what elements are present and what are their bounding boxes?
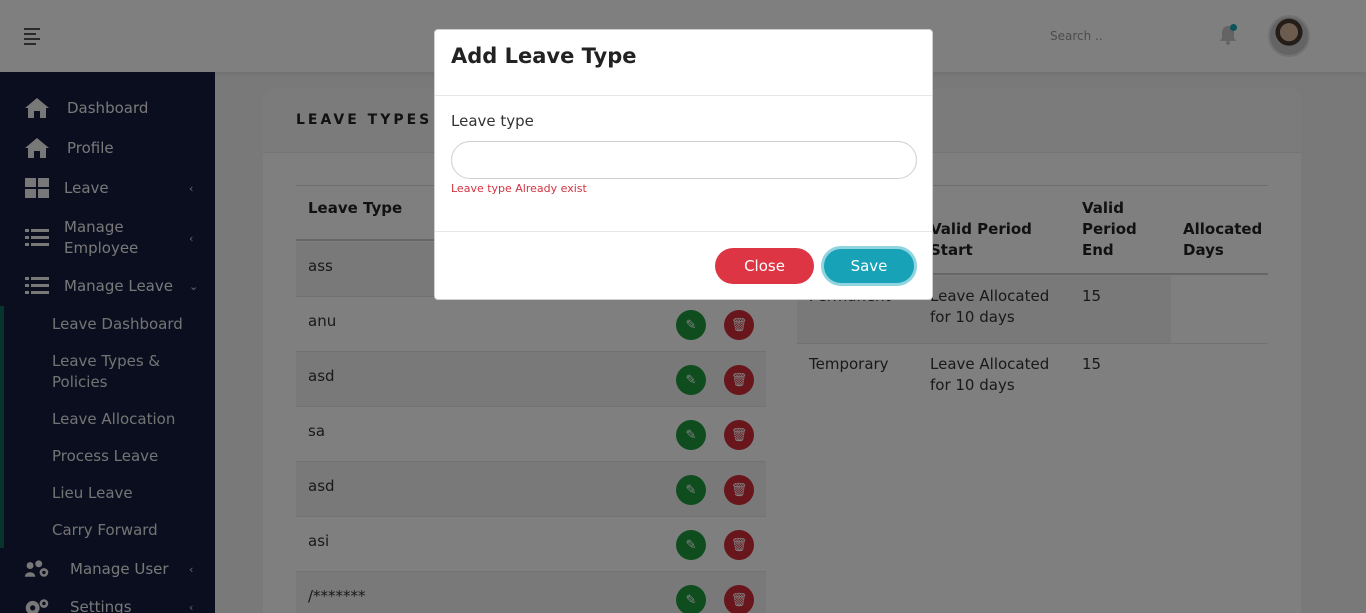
divider [435, 231, 932, 232]
leave-type-input[interactable] [451, 141, 917, 179]
close-button[interactable]: Close [715, 248, 814, 284]
modal-title: Add Leave Type [451, 44, 637, 68]
add-leave-type-modal: Add Leave Type Leave type Leave type Alr… [434, 29, 933, 300]
leave-type-label: Leave type [451, 112, 534, 130]
validation-error: Leave type Already exist [451, 182, 587, 195]
save-button[interactable]: Save [821, 246, 917, 286]
divider [435, 95, 932, 96]
